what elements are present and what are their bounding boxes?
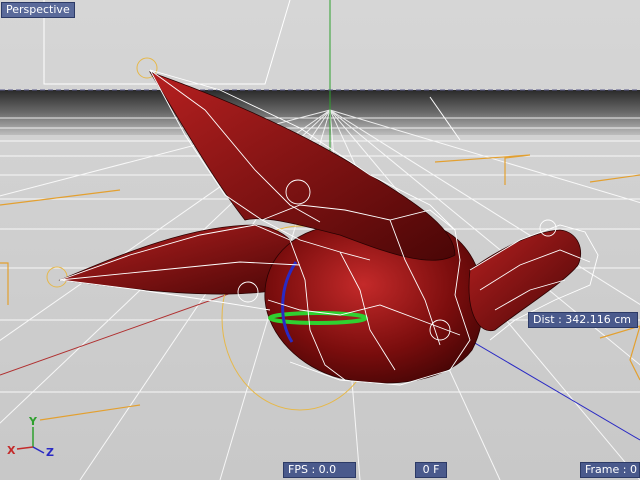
fps-readout: FPS : 0.0 [283, 462, 356, 478]
3d-viewport[interactable]: Y X Z Perspective Dist : 342.116 cm FPS … [0, 0, 640, 480]
frame-field[interactable]: 0 F [415, 462, 447, 478]
view-name-label[interactable]: Perspective [1, 2, 75, 18]
viewport-canvas[interactable] [0, 0, 640, 480]
gizmo-z-label: Z [46, 446, 54, 459]
frame-readout: Frame : 0 [580, 462, 640, 478]
distance-readout: Dist : 342.116 cm [528, 312, 638, 328]
gizmo-y-label: Y [29, 415, 37, 428]
gizmo-x-label: X [7, 444, 16, 457]
